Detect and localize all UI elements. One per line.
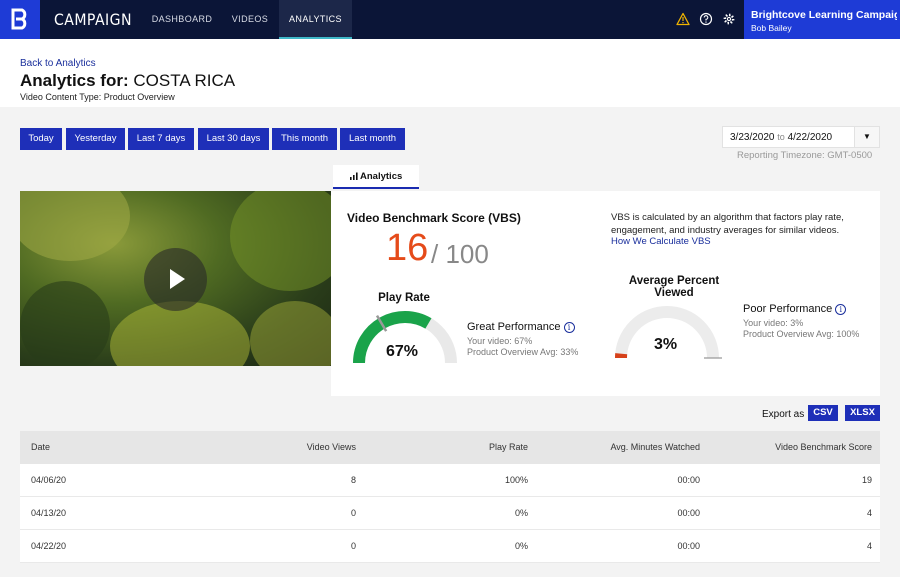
back-to-analytics-link[interactable]: Back to Analytics: [20, 58, 96, 69]
date-this-month-button[interactable]: This month: [272, 128, 337, 150]
nav-videos[interactable]: VIDEOS: [222, 0, 278, 39]
avg-viewed-value: 3%: [654, 336, 678, 353]
cell-date: 04/22/20: [31, 541, 67, 551]
column-header-date[interactable]: Date: [31, 431, 50, 464]
page-title-value: COSTA RICA: [133, 71, 236, 90]
column-header-video-views[interactable]: Video Views: [256, 431, 356, 464]
cell-video-views: 8: [350, 475, 356, 485]
avg-viewed-average: Product Overview Avg: 100%: [743, 329, 860, 339]
cell-avg-minutes: 00:00: [677, 541, 700, 551]
page-title-prefix: Analytics for:: [20, 71, 129, 90]
app-brand: CAMPAIGN: [54, 10, 132, 29]
export-csv-button[interactable]: CSV: [808, 405, 838, 421]
avg-viewed-gauge: [614, 306, 722, 359]
cell-vbs: 4: [866, 541, 872, 551]
info-icon[interactable]: i: [563, 321, 575, 333]
avg-viewed-performance-label: Poor Performance: [743, 303, 833, 315]
vbs-title: Video Benchmark Score (VBS): [347, 211, 521, 225]
date-range-picker[interactable]: 3/23/2020 to 4/22/2020 ▼: [722, 126, 880, 148]
cell-date: 04/13/20: [31, 508, 67, 518]
gear-icon[interactable]: [722, 12, 736, 26]
cell-video-views: 0: [350, 541, 356, 551]
page-header: Back to Analytics Analytics for: COSTA R…: [0, 39, 900, 107]
play-rate-title: Play Rate: [378, 292, 430, 304]
date-to-label: to: [777, 132, 785, 142]
how-we-calculate-vbs-link[interactable]: How We Calculate VBS: [611, 236, 711, 247]
date-from: 3/23/2020: [730, 132, 775, 143]
column-header-play-rate[interactable]: Play Rate: [428, 431, 528, 464]
vbs-score: 16: [386, 227, 429, 269]
video-player[interactable]: [20, 191, 331, 366]
table-row: 04/06/20 8 100% 00:00 19: [20, 464, 880, 497]
avg-viewed-your-video: Your video: 3%: [743, 318, 804, 328]
date-yesterday-button[interactable]: Yesterday: [66, 128, 125, 150]
tab-analytics-label: Analytics: [360, 171, 403, 182]
column-header-avg-minutes[interactable]: Avg. Minutes Watched: [560, 431, 700, 464]
date-last-month-button[interactable]: Last month: [340, 128, 405, 150]
tab-analytics[interactable]: Analytics: [333, 165, 419, 189]
play-rate-performance: Great Performance i: [467, 321, 575, 333]
content-type: Video Content Type: Product Overview: [20, 92, 175, 102]
nav-analytics[interactable]: ANALYTICS: [279, 0, 352, 39]
help-icon[interactable]: [699, 12, 713, 26]
avg-viewed-title: Average Percent Viewed: [628, 275, 720, 299]
date-today-button[interactable]: Today: [20, 128, 62, 150]
vbs-description: VBS is calculated by an algorithm that f…: [611, 212, 844, 236]
table-row: 04/13/20 0 0% 00:00 4: [20, 497, 880, 530]
cell-play-rate: 0%: [514, 508, 528, 518]
column-header-vbs[interactable]: Video Benchmark Score: [710, 431, 872, 464]
cell-play-rate: 0%: [514, 541, 528, 551]
video-frame-detail: [20, 281, 110, 366]
table-header: Date Video Views Play Rate Avg. Minutes …: [20, 431, 880, 464]
table-row: 04/22/20 0 0% 00:00 4: [20, 530, 880, 563]
analytics-table: Date Video Views Play Rate Avg. Minutes …: [20, 431, 880, 563]
user-name: Bob Bailey: [751, 23, 792, 33]
cell-avg-minutes: 00:00: [677, 475, 700, 485]
vbs-max: / 100: [431, 239, 489, 269]
video-frame-detail: [110, 301, 250, 366]
cell-avg-minutes: 00:00: [677, 508, 700, 518]
export-label: Export as: [762, 409, 805, 420]
bar-chart-icon: [349, 172, 358, 180]
account-name: Brightcove Learning Campaign: [751, 9, 897, 21]
video-frame-detail: [20, 191, 130, 261]
video-frame-detail: [250, 301, 331, 366]
play-rate-performance-label: Great Performance: [467, 321, 561, 333]
top-nav: CAMPAIGN DASHBOARD VIDEOS ANALYTICS Brig…: [0, 0, 900, 39]
avg-viewed-performance: Poor Performance i: [743, 303, 847, 315]
play-rate-your-video: Your video: 67%: [467, 336, 533, 346]
cell-vbs: 4: [866, 508, 872, 518]
export-xlsx-button[interactable]: XLSX: [845, 405, 880, 421]
play-icon[interactable]: [144, 248, 207, 311]
date-last-7-days-button[interactable]: Last 7 days: [128, 128, 194, 150]
warning-icon[interactable]: [676, 12, 690, 26]
cell-video-views: 0: [350, 508, 356, 518]
play-rate-value: 67%: [386, 343, 419, 360]
chevron-down-icon[interactable]: ▼: [854, 127, 879, 147]
vbs-panel: Video Benchmark Score (VBS) 16 / 100 VBS…: [331, 191, 880, 396]
date-last-30-days-button[interactable]: Last 30 days: [198, 128, 269, 150]
cell-play-rate: 100%: [504, 475, 528, 485]
page-title: Analytics for: COSTA RICA: [20, 71, 235, 91]
date-to: 4/22/2020: [787, 132, 833, 143]
play-rate-average: Product Overview Avg: 33%: [467, 347, 579, 357]
cell-vbs: 19: [861, 475, 872, 485]
reporting-timezone: Reporting Timezone: GMT-0500: [737, 150, 873, 161]
info-icon[interactable]: i: [835, 303, 847, 315]
account-menu[interactable]: Brightcove Learning Campaign Bob Bailey: [744, 0, 900, 39]
brightcove-logo-icon[interactable]: [0, 0, 40, 39]
cell-date: 04/06/20: [31, 475, 67, 485]
video-frame-detail: [230, 191, 331, 291]
nav-dashboard[interactable]: DASHBOARD: [144, 0, 220, 39]
